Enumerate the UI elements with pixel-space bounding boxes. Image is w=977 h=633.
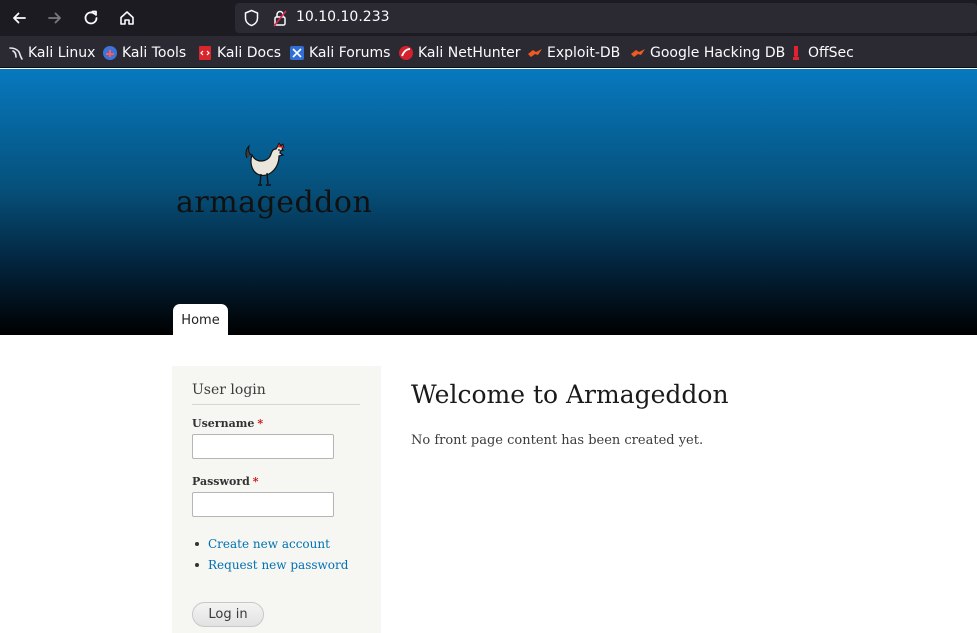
page-title: Welcome to Armageddon — [411, 380, 729, 409]
bullet-icon — [195, 563, 199, 567]
log-in-button[interactable]: Log in — [192, 602, 264, 627]
create-account-link[interactable]: Create new account — [208, 537, 330, 551]
required-marker: * — [252, 475, 259, 488]
lock-icon[interactable] — [272, 9, 288, 31]
bookmark-google-hacking-db[interactable]: Google Hacking DB — [630, 44, 785, 62]
exploit-db-icon — [527, 45, 543, 61]
nethunter-icon — [398, 45, 414, 61]
request-password-link[interactable]: Request new password — [208, 558, 348, 572]
sidebar-login-block: User login Username * Password * Create ne… — [172, 366, 381, 633]
shield-icon[interactable] — [243, 9, 260, 31]
forward-arrow-icon[interactable] — [42, 6, 68, 30]
bookmarks-bar: Kali Linux Kali Tools Kali Docs Kali For… — [0, 36, 977, 68]
kali-dragon-icon — [8, 45, 24, 61]
site-logo[interactable]: armageddon — [174, 141, 372, 227]
browser-toolbar: 10.10.10.233 — [0, 0, 977, 36]
reload-icon[interactable] — [78, 6, 104, 30]
offsec-icon — [788, 45, 804, 61]
bookmark-kali-linux[interactable]: Kali Linux — [8, 44, 95, 62]
divider — [192, 404, 360, 405]
bookmark-kali-forums[interactable]: Kali Forums — [289, 44, 390, 62]
tab-home[interactable]: Home — [173, 304, 228, 335]
login-title: User login — [192, 382, 266, 398]
required-marker: * — [257, 417, 264, 430]
bookmark-kali-docs[interactable]: Kali Docs — [197, 44, 281, 62]
password-label: Password * — [192, 475, 259, 488]
back-arrow-icon[interactable] — [6, 6, 32, 30]
password-label-text: Password — [192, 475, 250, 488]
username-label-text: Username — [192, 417, 255, 430]
password-field[interactable] — [192, 492, 334, 517]
kali-docs-icon — [197, 45, 213, 61]
kali-forums-icon — [289, 45, 305, 61]
front-page-message: No front page content has been created y… — [411, 433, 704, 448]
url-text[interactable]: 10.10.10.233 — [296, 9, 390, 25]
ghdb-icon — [630, 45, 646, 61]
kali-tools-icon — [102, 45, 118, 61]
bookmark-exploit-db[interactable]: Exploit-DB — [527, 44, 620, 62]
list-item: Create new account — [192, 537, 330, 551]
site-header: armageddon Home — [0, 69, 977, 335]
bookmark-offsec[interactable]: OffSec — [788, 44, 854, 62]
home-icon[interactable] — [114, 6, 140, 30]
username-field[interactable] — [192, 434, 334, 459]
list-item: Request new password — [192, 558, 348, 572]
bookmark-kali-nethunter[interactable]: Kali NetHunter — [398, 44, 520, 62]
logo-text: armageddon — [176, 185, 373, 220]
url-bar[interactable]: 10.10.10.233 — [235, 3, 977, 33]
username-label: Username * — [192, 417, 263, 430]
bookmark-kali-tools[interactable]: Kali Tools — [102, 44, 186, 62]
bullet-icon — [195, 542, 199, 546]
